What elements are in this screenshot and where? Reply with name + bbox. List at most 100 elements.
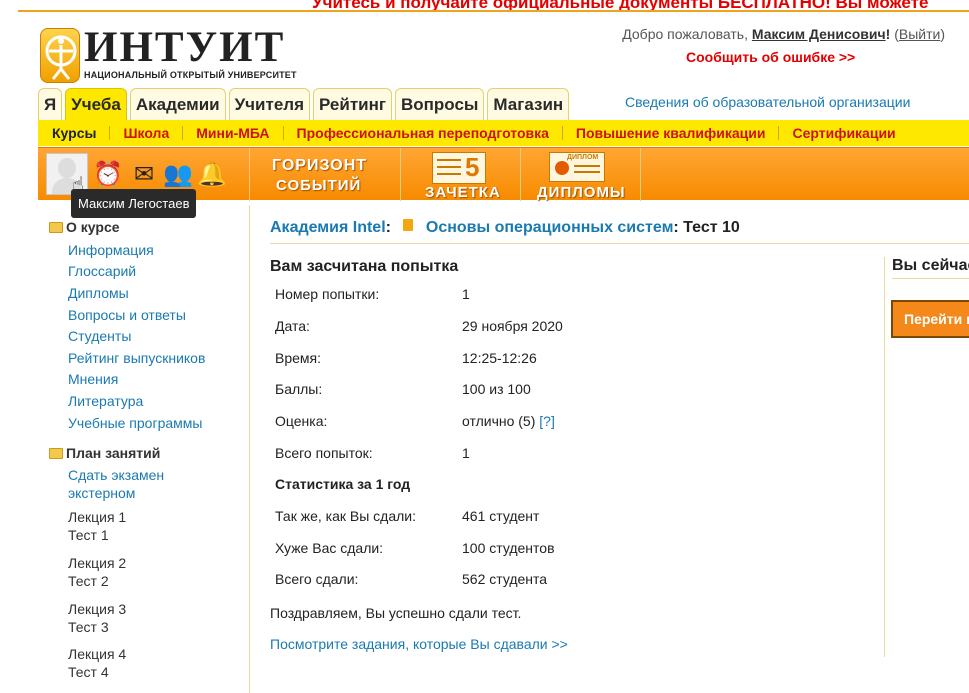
- tab-voprosy[interactable]: Вопросы: [394, 88, 485, 120]
- bell-icon[interactable]: 🔔: [196, 159, 228, 191]
- grade-cell: отлично (5) [?]: [462, 413, 555, 429]
- user-name-link[interactable]: Максим Денисович: [752, 26, 886, 42]
- page: Учитесь и получайте официальные документ…: [0, 0, 969, 693]
- sidebar-link-programs[interactable]: Учебные программы: [68, 415, 202, 431]
- tab-ucheba[interactable]: Учеба: [65, 88, 127, 120]
- logout-link[interactable]: Выйти: [899, 26, 940, 42]
- folder-icon: [49, 221, 63, 233]
- breadcrumb-academy-link[interactable]: Академия Intel: [270, 219, 386, 236]
- total-attempts-label: Всего попыток:: [275, 445, 373, 461]
- subnav-divider: [778, 126, 780, 140]
- grade-value: отлично (5): [462, 413, 536, 429]
- tab-magazin[interactable]: Магазин: [487, 88, 570, 120]
- diploma-badge: ДИПЛОМ: [567, 154, 599, 161]
- folder-icon: [49, 447, 63, 459]
- stats-same-label: Так же, как Вы сдали:: [275, 508, 417, 524]
- tab-ya[interactable]: Я: [38, 88, 63, 120]
- date-value: 29 ноября 2020: [462, 318, 563, 334]
- logo-title: ИНТУИТ: [84, 24, 286, 71]
- subnav-divider: [182, 126, 184, 140]
- tab-uchitelya[interactable]: Учителя: [228, 88, 311, 120]
- stats-title: Статистика за 1 год: [275, 476, 411, 492]
- breadcrumb-course-link[interactable]: Основы операционных систем: [426, 219, 674, 236]
- promo-text[interactable]: Учитесь и получайте официальные документ…: [312, 0, 928, 10]
- diploma-icon: ДИПЛОМ: [549, 152, 605, 182]
- subnav-bar: Курсы Школа Мини-МБА Профессиональная пе…: [38, 120, 969, 146]
- sidebar-test-3[interactable]: Тест 3: [68, 619, 109, 635]
- subnav-divider: [109, 126, 111, 140]
- sidebar-link-exam[interactable]: Сдать экзамен: [68, 467, 164, 483]
- tab-akademii[interactable]: Академии: [129, 88, 226, 120]
- subnav-kursy[interactable]: Курсы: [52, 125, 96, 141]
- score-value: 100 из 100: [462, 381, 531, 397]
- stats-worse-label: Хуже Вас сдали:: [275, 540, 384, 556]
- welcome-exclaim: !: [885, 26, 891, 42]
- grade-help-link[interactable]: [?]: [539, 413, 555, 429]
- sidebar-link-informaciya[interactable]: Информация: [68, 242, 154, 258]
- report-error-link[interactable]: Сообщить об ошибке >>: [686, 49, 855, 65]
- org-info-link[interactable]: Сведения об образовательной организации: [625, 94, 910, 110]
- welcome-message: Добро пожаловать, Максим Денисович! (Вый…: [622, 26, 945, 42]
- logo-emblem-icon: [40, 28, 80, 83]
- right-panel: Вы сейчас Перейти к: [884, 257, 969, 657]
- about-section-label: О курсе: [66, 219, 120, 235]
- subnav-divider: [282, 126, 284, 140]
- subnav-povyshenie[interactable]: Повышение квалификации: [576, 125, 766, 141]
- sidebar-link-qa[interactable]: Вопросы и ответы: [68, 307, 186, 323]
- promo-banner[interactable]: Учитесь и получайте официальные документ…: [18, 0, 969, 12]
- main-tabs: Я Учеба Академии Учителя Рейтинг Вопросы…: [38, 88, 570, 120]
- alarm-clock-icon[interactable]: ⏰: [92, 159, 124, 191]
- about-section-title[interactable]: О курсе: [49, 219, 120, 235]
- sidebar-link-diplomas[interactable]: Дипломы: [68, 285, 129, 301]
- diplomas-banner[interactable]: ДИПЛОМ ДИПЛОМЫ: [521, 148, 641, 201]
- diplomas-label: ДИПЛОМЫ: [537, 184, 626, 201]
- sidebar-link-students[interactable]: Студенты: [68, 328, 131, 344]
- sidebar-link-rating[interactable]: Рейтинг выпускников: [68, 350, 205, 366]
- mail-icon[interactable]: ✉: [128, 159, 160, 191]
- sidebar-link-glossary[interactable]: Глоссарий: [68, 263, 136, 279]
- book-icon: [403, 219, 414, 231]
- time-label: Время:: [275, 350, 322, 366]
- sidebar-lecture-4[interactable]: Лекция 4: [68, 646, 126, 662]
- score-label: Баллы:: [275, 381, 323, 397]
- stats-worse-value: 100 студентов: [462, 540, 555, 556]
- time-value: 12:25-12:26: [462, 350, 537, 366]
- horizon-line1: ГОРИЗОНТ: [272, 157, 368, 174]
- sidebar-lecture-1[interactable]: Лекция 1: [68, 509, 126, 525]
- grade-label: Оценка:: [275, 413, 328, 429]
- horizon-line2: СОБЫТИЙ: [276, 177, 362, 194]
- stats-same-value: 461 студент: [462, 508, 540, 524]
- intuit-logo[interactable]: ИНТУИТ НАЦИОНАЛЬНЫЙ ОТКРЫТЫЙ УНИВЕРСИТЕТ: [40, 24, 304, 84]
- zachetka-banner[interactable]: 5 ЗАЧЕТКА: [401, 148, 521, 201]
- subnav-shkola[interactable]: Школа: [123, 125, 169, 141]
- congrats-message: Поздравляем, Вы успешно сдали тест.: [270, 605, 522, 621]
- breadcrumb-colon: :: [385, 219, 391, 236]
- sidebar-test-1[interactable]: Тест 1: [68, 527, 109, 543]
- subnav-sertifikacii[interactable]: Сертификации: [792, 125, 895, 141]
- sidebar-lecture-3[interactable]: Лекция 3: [68, 601, 126, 617]
- sidebar-test-2[interactable]: Тест 2: [68, 573, 109, 589]
- sidebar-link-literature[interactable]: Литература: [68, 393, 143, 409]
- view-tasks-link[interactable]: Посмотрите задания, которые Вы сдавали >…: [270, 636, 568, 652]
- breadcrumb-current: : Тест 10: [673, 219, 740, 236]
- zachetka-label: ЗАЧЕТКА: [425, 184, 501, 201]
- go-to-button[interactable]: Перейти к: [891, 300, 969, 338]
- divider: [892, 278, 969, 279]
- left-sidebar: О курсе Информация Глоссарий Дипломы Воп…: [38, 205, 250, 693]
- sidebar-link-exam-2[interactable]: экстерном: [68, 485, 135, 501]
- sidebar-link-opinions[interactable]: Мнения: [68, 371, 118, 387]
- header: ИНТУИТ НАЦИОНАЛЬНЫЙ ОТКРЫТЫЙ УНИВЕРСИТЕТ…: [18, 14, 969, 89]
- plan-section-title[interactable]: План занятий: [49, 445, 160, 461]
- result-title: Вам засчитана попытка: [270, 258, 459, 275]
- tab-reiting[interactable]: Рейтинг: [313, 88, 392, 120]
- horizon-banner[interactable]: ГОРИЗОНТ СОБЫТИЙ: [250, 148, 401, 201]
- right-panel-text: Вы сейчас: [892, 257, 969, 274]
- sidebar-lecture-2[interactable]: Лекция 2: [68, 555, 126, 571]
- subnav-mini-mba[interactable]: Мини-МБА: [196, 125, 269, 141]
- attempt-number-label: Номер попытки:: [275, 286, 380, 302]
- stats-total-value: 562 студента: [462, 571, 548, 587]
- subnav-divider: [561, 126, 563, 140]
- people-icon[interactable]: 👥: [162, 159, 194, 191]
- subnav-pereposgotovka[interactable]: Профессиональная переподготовка: [297, 125, 549, 141]
- sidebar-test-4[interactable]: Тест 4: [68, 664, 109, 680]
